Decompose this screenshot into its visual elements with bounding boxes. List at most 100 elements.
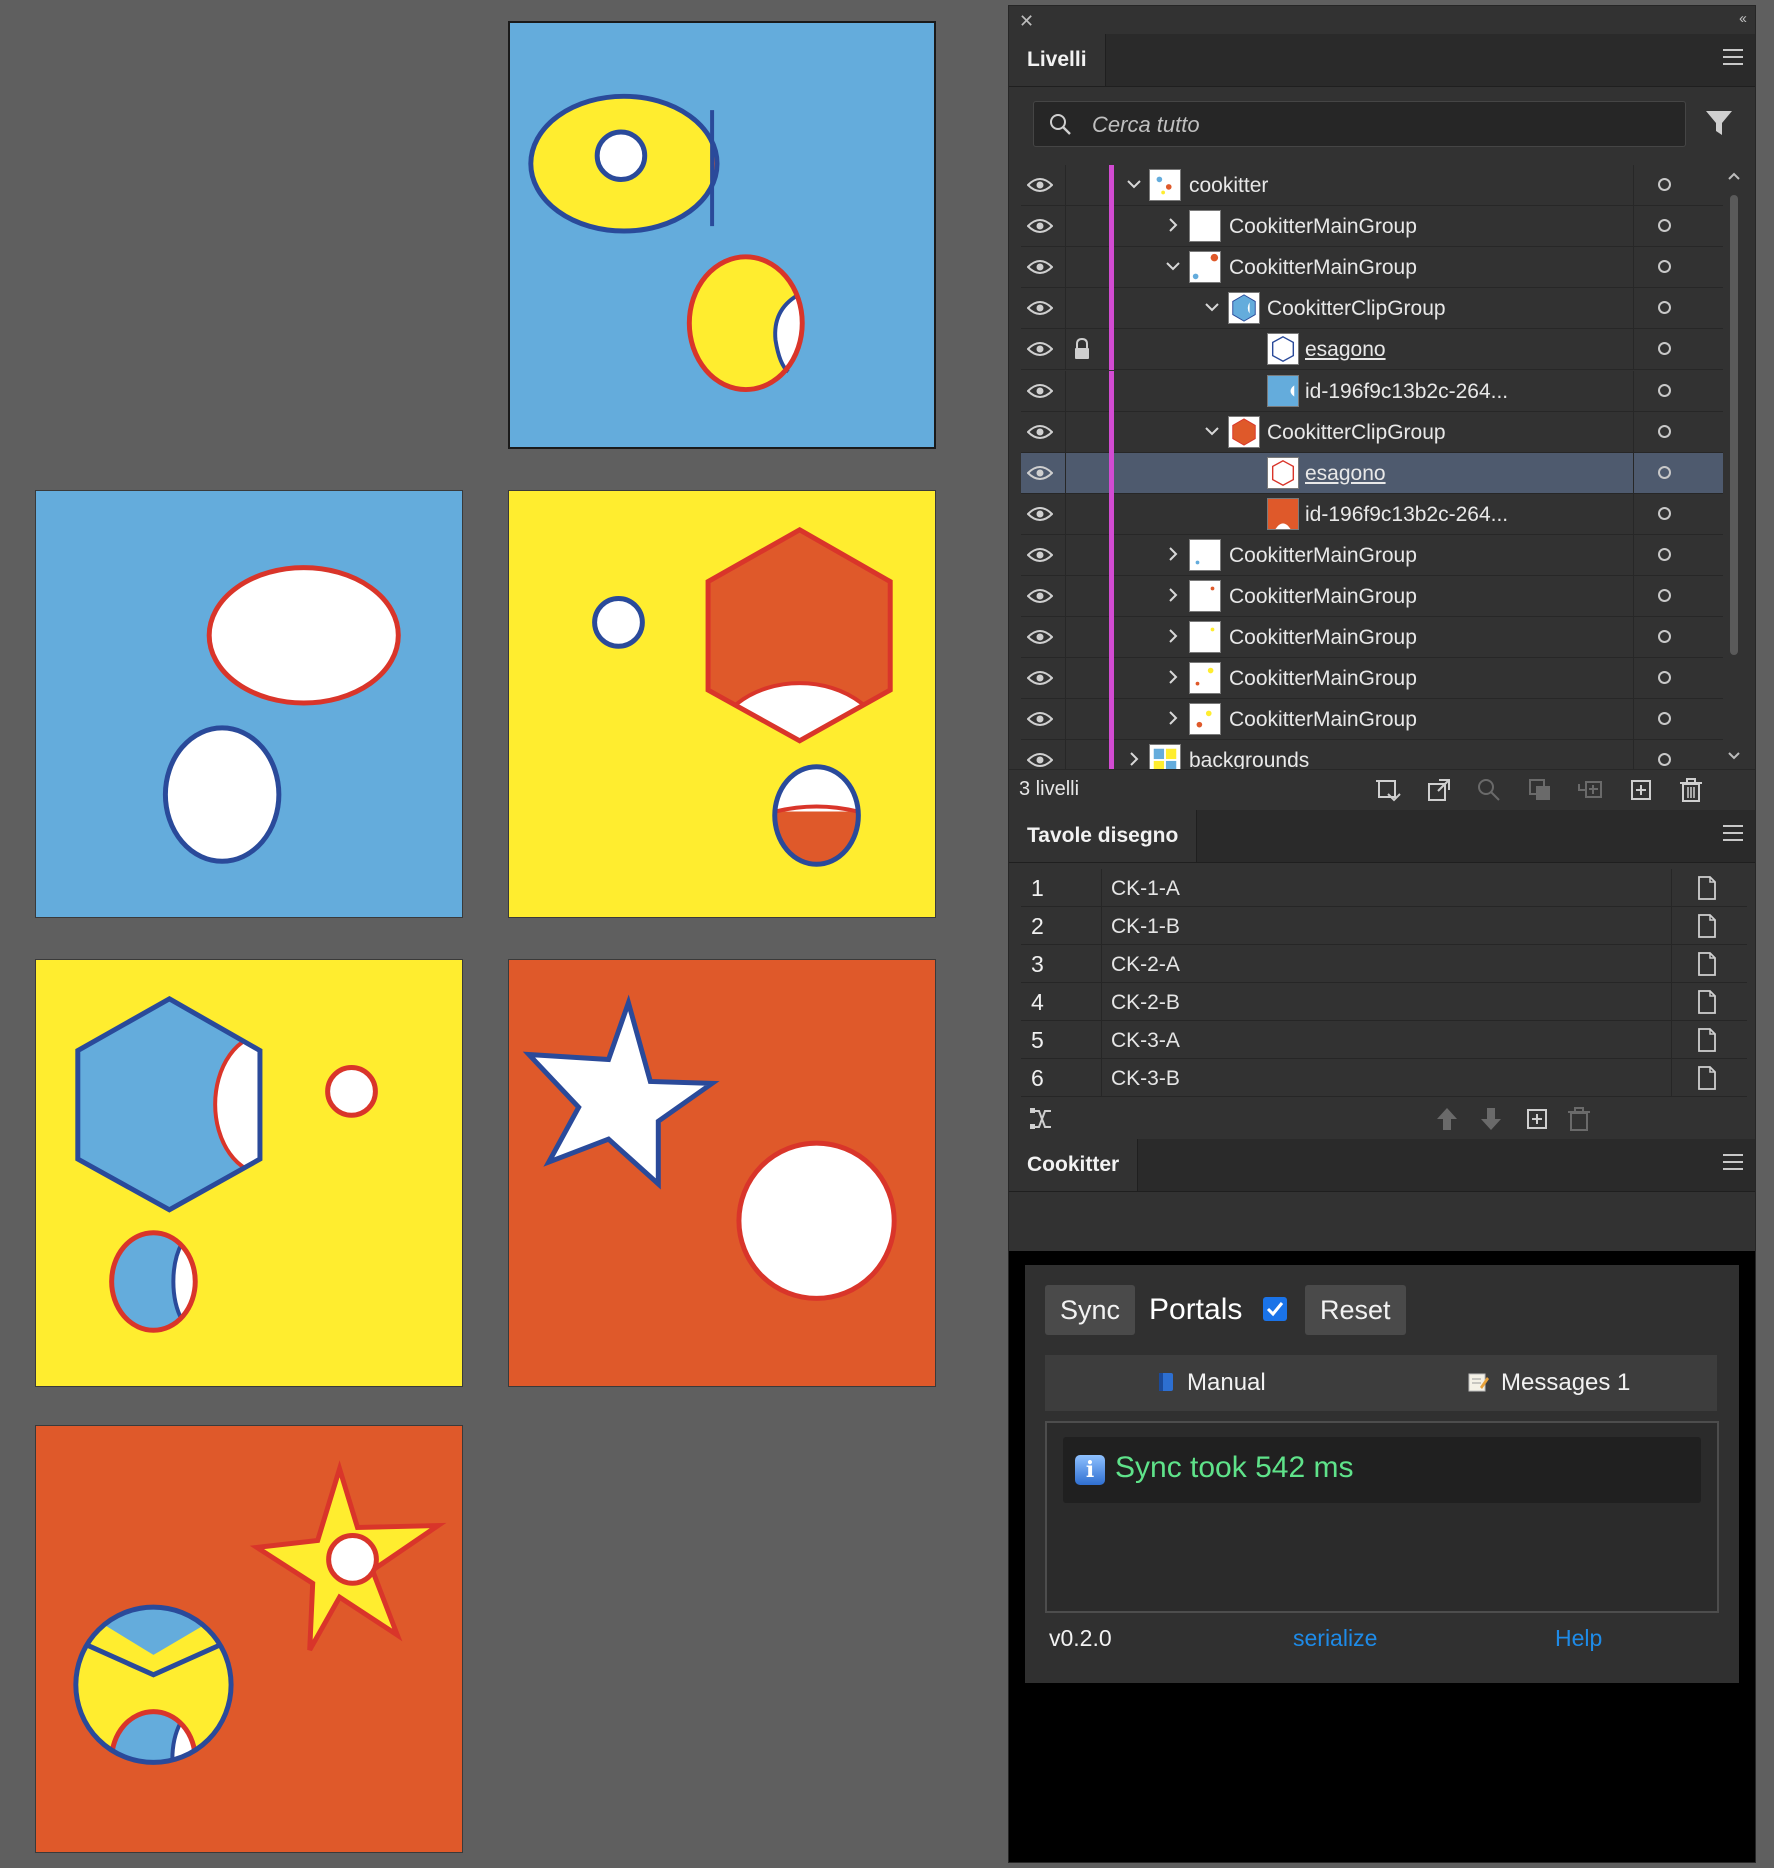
target-circle-icon[interactable]	[1658, 424, 1671, 438]
close-dock-icon[interactable]: ✕	[1019, 11, 1034, 32]
layer-row[interactable]: esagono	[1021, 452, 1723, 494]
target-circle-icon[interactable]	[1658, 712, 1671, 726]
reset-button[interactable]: Reset	[1305, 1285, 1406, 1335]
artboard-ck-2-a[interactable]	[508, 490, 936, 918]
target-circle-icon[interactable]	[1658, 589, 1671, 602]
visibility-eye-icon[interactable]	[1027, 383, 1053, 399]
artboard-options-icon[interactable]	[1696, 1065, 1718, 1091]
artboard-name[interactable]: CK-1-A	[1111, 877, 1180, 901]
filter-icon[interactable]	[1704, 107, 1734, 139]
chevron-down-icon[interactable]	[1203, 422, 1221, 440]
layer-row[interactable]: cookitter	[1021, 165, 1723, 206]
visibility-eye-icon[interactable]	[1027, 588, 1053, 604]
delete-artboard-icon[interactable]	[1565, 1105, 1593, 1133]
scroll-up-icon[interactable]	[1727, 171, 1741, 181]
target-circle-icon[interactable]	[1658, 630, 1671, 644]
visibility-eye-icon[interactable]	[1027, 218, 1053, 234]
rearrange-artboards-icon[interactable]	[1027, 1105, 1055, 1133]
chevron-right-icon[interactable]	[1164, 668, 1182, 686]
target-circle-icon[interactable]	[1658, 671, 1671, 685]
artboard-ck-3-b[interactable]	[35, 1425, 463, 1853]
new-sublayer-icon[interactable]	[1576, 776, 1604, 804]
target-circle-icon[interactable]	[1658, 342, 1671, 356]
layer-row[interactable]: CookitterClipGroup	[1021, 411, 1723, 453]
artboard-options-icon[interactable]	[1696, 989, 1718, 1015]
visibility-eye-icon[interactable]	[1027, 629, 1053, 645]
layer-row[interactable]: id-196f9c13b2c-264...	[1021, 370, 1723, 412]
visibility-eye-icon[interactable]	[1027, 670, 1053, 686]
artboard-row[interactable]: 4 CK-2-B	[1021, 983, 1747, 1021]
visibility-eye-icon[interactable]	[1027, 259, 1053, 275]
help-link[interactable]: Help	[1555, 1625, 1602, 1652]
layer-row[interactable]: esagono	[1021, 329, 1723, 371]
cookitter-panel-menu-icon[interactable]	[1723, 1154, 1743, 1170]
artboard-options-icon[interactable]	[1696, 1027, 1718, 1053]
sync-button[interactable]: Sync	[1045, 1285, 1136, 1335]
artboard-ck-1-a[interactable]	[508, 21, 936, 449]
layer-row[interactable]: CookitterMainGroup	[1021, 206, 1723, 248]
collect-for-export-icon[interactable]	[1374, 776, 1402, 804]
layer-row[interactable]: CookitterMainGroup	[1021, 534, 1723, 576]
artboard-row[interactable]: 5 CK-3-A	[1021, 1021, 1747, 1059]
target-circle-icon[interactable]	[1658, 383, 1671, 397]
artboard-name[interactable]: CK-3-A	[1111, 1029, 1180, 1053]
artboard-ck-2-b[interactable]	[35, 959, 463, 1387]
visibility-eye-icon[interactable]	[1027, 424, 1053, 440]
visibility-eye-icon[interactable]	[1027, 177, 1053, 193]
artboard-name[interactable]: CK-3-B	[1111, 1067, 1180, 1091]
artboard-options-icon[interactable]	[1696, 951, 1718, 977]
target-circle-icon[interactable]	[1658, 465, 1671, 479]
chevron-right-icon[interactable]	[1164, 586, 1182, 604]
target-circle-icon[interactable]	[1658, 547, 1671, 561]
lock-icon[interactable]	[1073, 338, 1091, 360]
artboard-options-icon[interactable]	[1696, 875, 1718, 901]
artboard-name[interactable]: CK-2-A	[1111, 953, 1180, 977]
clipping-mask-icon[interactable]	[1526, 776, 1554, 804]
target-circle-icon[interactable]	[1658, 219, 1671, 233]
visibility-eye-icon[interactable]	[1027, 465, 1053, 481]
chevron-down-icon[interactable]	[1203, 298, 1221, 316]
visibility-eye-icon[interactable]	[1027, 300, 1053, 316]
target-circle-icon[interactable]	[1658, 753, 1671, 767]
layers-list[interactable]: cookitter CookitterMainGroup CookitterMain…	[1009, 163, 1755, 769]
artboard-row[interactable]: 1 CK-1-A	[1021, 869, 1747, 907]
visibility-eye-icon[interactable]	[1027, 752, 1053, 768]
artboard-options-icon[interactable]	[1696, 913, 1718, 939]
tab-cookitter[interactable]: Cookitter	[1009, 1139, 1139, 1191]
artboards-list[interactable]: 1 CK-1-A 2 CK-1-B 3 CK-2-A 4 CK-2-B 5 CK-3-A 6 CK-3…	[1009, 863, 1755, 1131]
layer-row[interactable]: CookitterClipGroup	[1021, 288, 1723, 330]
artboard-ck-3-a[interactable]	[508, 959, 936, 1387]
collapse-dock-icon[interactable]: ‹‹	[1739, 10, 1747, 27]
search-input[interactable]	[1090, 108, 1654, 142]
layers-scroll-thumb[interactable]	[1730, 195, 1738, 655]
new-artboard-icon[interactable]	[1523, 1105, 1551, 1133]
layer-row[interactable]: CookitterMainGroup	[1021, 247, 1723, 289]
target-circle-icon[interactable]	[1658, 260, 1671, 274]
layers-scrollbar[interactable]	[1727, 171, 1741, 761]
trash-icon[interactable]	[1677, 776, 1705, 804]
document-canvas[interactable]	[0, 0, 1005, 1868]
export-icon[interactable]	[1425, 776, 1453, 804]
artboard-row[interactable]: 6 CK-3-B	[1021, 1059, 1747, 1097]
move-up-icon[interactable]	[1433, 1105, 1461, 1133]
chevron-right-icon[interactable]	[1164, 545, 1182, 563]
target-circle-icon[interactable]	[1658, 301, 1671, 315]
artboard-row[interactable]: 2 CK-1-B	[1021, 907, 1747, 945]
serialize-link[interactable]: serialize	[1293, 1625, 1377, 1652]
tab-manual[interactable]: Manual	[1157, 1355, 1266, 1411]
layer-row[interactable]: CookitterMainGroup	[1021, 617, 1723, 659]
new-layer-icon[interactable]	[1627, 776, 1655, 804]
visibility-eye-icon[interactable]	[1027, 547, 1053, 563]
visibility-eye-icon[interactable]	[1027, 711, 1053, 727]
artboards-panel-menu-icon[interactable]	[1723, 825, 1743, 841]
artboard-ck-1-b[interactable]	[35, 490, 463, 918]
layer-row[interactable]: id-196f9c13b2c-264...	[1021, 493, 1723, 535]
target-circle-icon[interactable]	[1658, 178, 1671, 191]
chevron-down-icon[interactable]	[1125, 175, 1143, 193]
locate-object-icon[interactable]	[1475, 776, 1503, 804]
tab-livelli[interactable]: Livelli	[1009, 34, 1106, 86]
scroll-down-icon[interactable]	[1727, 751, 1741, 761]
tab-tavole-disegno[interactable]: Tavole disegno	[1009, 810, 1198, 862]
chevron-right-icon[interactable]	[1164, 216, 1182, 234]
artboard-row[interactable]: 3 CK-2-A	[1021, 945, 1747, 983]
